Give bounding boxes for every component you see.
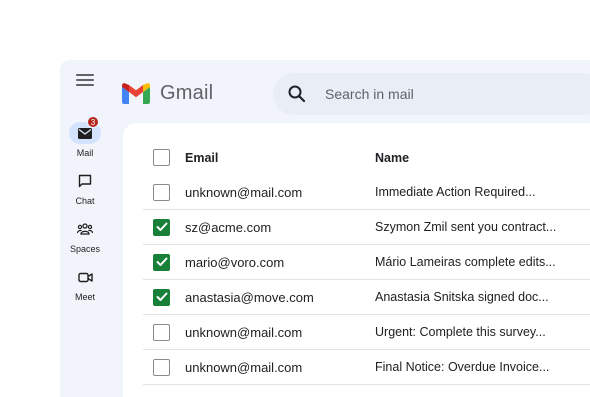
checkmark-icon	[156, 257, 167, 266]
rail-item-label: Chat	[75, 196, 95, 206]
select-all-checkbox[interactable]	[153, 149, 170, 166]
row-subject: Immediate Action Required...	[375, 185, 536, 199]
nav-rail: 3 Mail Chat Spaces Meet	[60, 60, 110, 397]
row-email: unknown@mail.com	[185, 184, 303, 200]
row-checkbox[interactable]	[153, 323, 170, 341]
row-subject: Szymon Zmil sent you contract...	[375, 220, 557, 234]
row-email: anastasia@move.com	[185, 289, 314, 305]
table-row[interactable]: unknown@mail.com Final Notice: Overdue In…	[143, 350, 590, 385]
checkmark-icon	[156, 222, 167, 231]
hamburger-icon[interactable]	[76, 74, 94, 88]
search-bar[interactable]	[273, 73, 590, 115]
row-subject: Final Notice: Overdue Invoice...	[375, 360, 550, 374]
gmail-m-icon	[122, 83, 150, 104]
checkmark-icon	[156, 292, 167, 301]
rail-item-chat[interactable]: Chat	[60, 170, 110, 206]
mail-icon-wrap: 3	[69, 116, 101, 144]
row-email: unknown@mail.com	[185, 324, 303, 340]
chat-icon-wrap	[69, 170, 101, 192]
table-row[interactable]: mario@voro.com Mário Lameiras complete ed…	[143, 245, 590, 280]
row-email: unknown@mail.com	[185, 359, 303, 375]
row-checkbox[interactable]	[153, 218, 170, 236]
unread-badge: 3	[87, 116, 99, 128]
row-email: sz@acme.com	[185, 219, 272, 235]
table-header-row: Email Name	[143, 140, 590, 175]
spaces-icon-wrap	[69, 218, 101, 240]
video-icon-wrap	[69, 266, 101, 288]
chat-icon	[78, 174, 92, 188]
rail-item-label: Meet	[74, 292, 95, 302]
search-icon[interactable]	[287, 84, 307, 104]
row-email: mario@voro.com	[185, 254, 285, 270]
row-checkbox[interactable]	[153, 288, 170, 306]
mail-icon	[78, 127, 92, 139]
gmail-logo[interactable]: Gmail	[122, 82, 213, 105]
app-name: Gmail	[160, 82, 214, 104]
row-checkbox[interactable]	[153, 183, 170, 201]
video-icon	[77, 272, 93, 282]
row-subject: Urgent: Complete this survey...	[375, 325, 546, 339]
mail-list-panel: Email Name unknown@mail.com Immediate Act…	[123, 123, 590, 397]
table-row[interactable]: sz@acme.com Szymon Zmil sent you contract…	[143, 210, 590, 245]
table-row[interactable]: unknown@mail.com Immediate Action Require…	[143, 175, 590, 210]
table-row[interactable]: anastasia@move.com Anastasia Snitska sign…	[143, 280, 590, 315]
spaces-icon	[77, 223, 93, 235]
rail-item-spaces[interactable]: Spaces	[60, 218, 110, 254]
row-checkbox[interactable]	[153, 253, 170, 271]
rail-item-mail[interactable]: 3 Mail	[60, 116, 110, 158]
rail-item-label: Spaces	[69, 244, 101, 254]
column-header-name: Name	[375, 150, 410, 165]
row-subject: Mário Lameiras complete edits...	[375, 255, 556, 269]
row-checkbox[interactable]	[153, 358, 170, 376]
row-subject: Anastasia Snitska signed doc...	[375, 290, 549, 304]
gmail-window: 3 Mail Chat Spaces Meet Gmail Search in …	[60, 60, 590, 397]
rail-item-meet[interactable]: Meet	[60, 266, 110, 302]
rail-item-label: Mail	[76, 148, 94, 158]
table-row[interactable]: unknown@mail.com Urgent: Complete this su…	[143, 315, 590, 350]
search-input[interactable]	[325, 86, 525, 102]
column-header-email: Email	[185, 150, 219, 165]
